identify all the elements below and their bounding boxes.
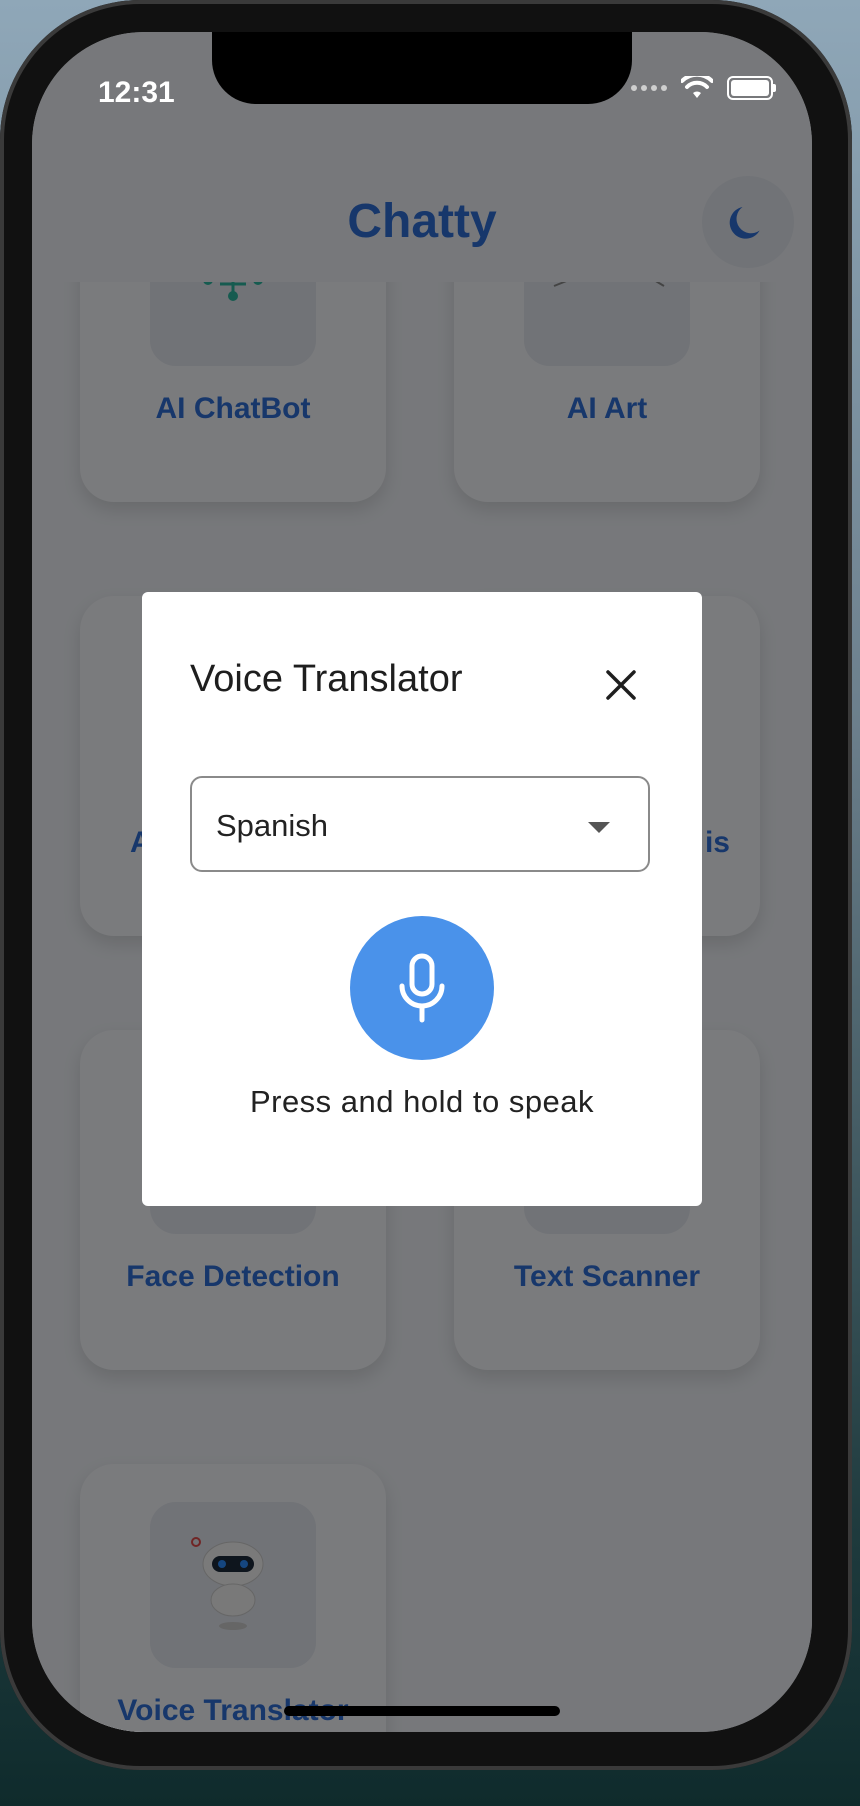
close-icon[interactable] (604, 668, 638, 702)
notch (212, 32, 632, 104)
voice-translator-dialog: Voice Translator Spanish Press and hold … (142, 592, 702, 1206)
home-indicator (284, 1706, 560, 1716)
signal-icon (631, 85, 667, 91)
dialog-title: Voice Translator (190, 658, 463, 700)
status-icons (631, 76, 776, 100)
caret-down-icon (588, 822, 610, 833)
language-value: Spanish (216, 808, 329, 843)
mic-button[interactable] (350, 916, 494, 1060)
wifi-icon (681, 76, 713, 98)
phone-screen: 12:31 AI (32, 32, 812, 1732)
status-time: 12:31 (98, 76, 175, 109)
language-dropdown[interactable]: Spanish (190, 776, 650, 872)
phone-frame: 12:31 AI (0, 0, 852, 1770)
microphone-icon (399, 953, 445, 1023)
battery-icon (727, 76, 776, 100)
hold-to-speak-hint: Press and hold to speak (249, 1084, 595, 1119)
